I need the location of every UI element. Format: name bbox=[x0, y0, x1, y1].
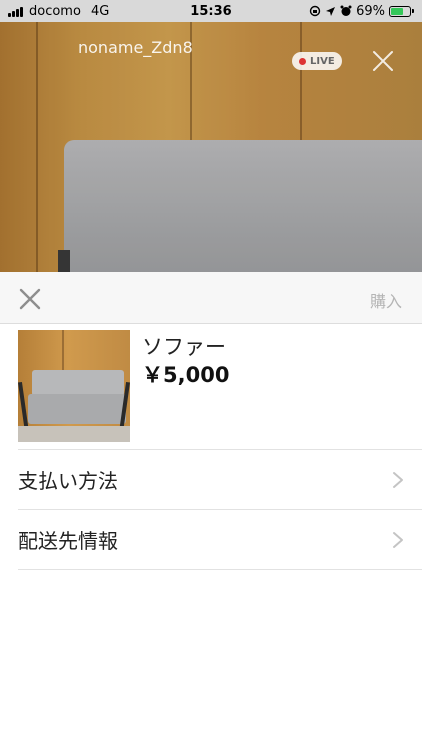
chevron-right-icon bbox=[393, 471, 403, 488]
live-dot-icon bbox=[299, 57, 306, 65]
streamer-username[interactable]: noname_Zdn8 bbox=[78, 38, 193, 57]
location-arrow-icon bbox=[326, 6, 336, 16]
product-name: ソファー bbox=[142, 335, 226, 359]
rotation-lock-icon bbox=[309, 5, 321, 17]
chevron-right-icon bbox=[393, 531, 403, 548]
status-bar: docomo 4G 15:36 69% bbox=[0, 0, 422, 22]
purchase-sheet: 購入 ソファー ￥5,000 支払い方法 配送先情報 bbox=[0, 272, 422, 750]
product-info: ソファー ￥5,000 bbox=[130, 330, 229, 449]
payment-method-row[interactable]: 支払い方法 bbox=[18, 450, 422, 510]
product-price: ￥5,000 bbox=[142, 363, 230, 387]
video-shade bbox=[0, 0, 422, 290]
signal-icon bbox=[8, 6, 23, 17]
row-label: 配送先情報 bbox=[18, 529, 118, 553]
battery-percent: 69% bbox=[356, 3, 385, 19]
product-thumbnail bbox=[18, 330, 130, 442]
live-label: LIVE bbox=[310, 55, 335, 67]
close-icon[interactable] bbox=[18, 287, 42, 311]
product-summary: ソファー ￥5,000 bbox=[18, 324, 422, 450]
live-video bbox=[0, 0, 422, 290]
sheet-header: 購入 bbox=[0, 272, 422, 324]
close-icon[interactable] bbox=[372, 50, 394, 72]
shipping-info-row[interactable]: 配送先情報 bbox=[18, 510, 422, 570]
carrier-name: docomo bbox=[29, 3, 81, 19]
buy-button[interactable]: 購入 bbox=[370, 288, 402, 312]
alarm-icon bbox=[340, 5, 352, 16]
live-badge: LIVE bbox=[292, 52, 342, 70]
row-label: 支払い方法 bbox=[18, 469, 118, 493]
network-type: 4G bbox=[90, 3, 110, 19]
battery-icon bbox=[389, 5, 414, 17]
